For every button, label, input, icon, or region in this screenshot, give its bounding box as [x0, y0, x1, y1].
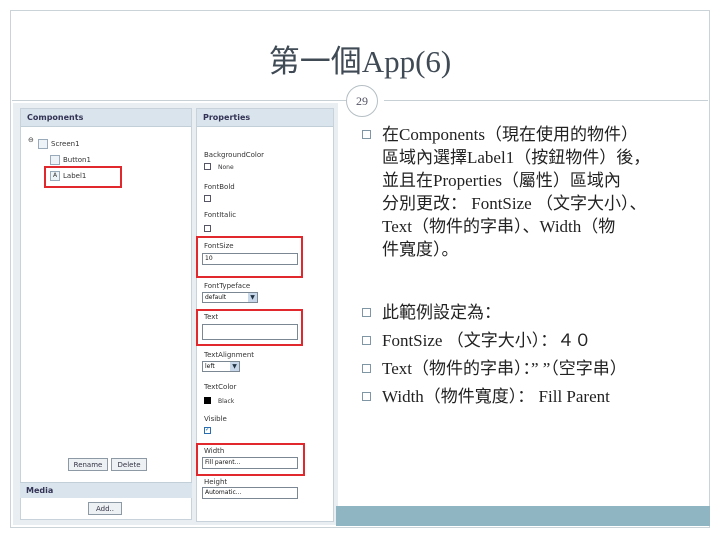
page-number-badge: 29	[346, 85, 378, 117]
tree-item-button1-label: Button1	[63, 156, 91, 164]
tree-item-screen1-label: Screen1	[51, 140, 80, 148]
fontbold-checkbox[interactable]	[204, 195, 211, 202]
components-header: Components	[21, 109, 191, 127]
label1-highlight	[44, 166, 122, 188]
visible-checkbox[interactable]: ✓	[204, 427, 211, 434]
title-divider-right	[384, 100, 708, 101]
tree-item-button1[interactable]: Button1	[50, 155, 91, 165]
fonttypeface-value: default	[205, 294, 227, 301]
chevron-down-icon: ▼	[248, 293, 257, 302]
text-highlight	[196, 309, 303, 346]
fontsize-highlight	[196, 236, 303, 278]
textalignment-value: left	[205, 363, 215, 370]
slide-title: 第一個App(6)	[268, 44, 452, 79]
tree-toggle-icon[interactable]: ⊖	[28, 136, 34, 144]
bullet-marker	[362, 364, 371, 373]
bullet-text: 分別更改： FontSize （文字大小）、	[382, 194, 647, 213]
screen-icon	[38, 139, 48, 149]
bullet-text: Text（物件的字串）、Width（物	[382, 217, 616, 236]
button-icon	[50, 155, 60, 165]
fonttypeface-select[interactable]: default ▼	[202, 292, 258, 303]
bullet-marker	[362, 130, 371, 139]
backgroundcolor-value: None	[218, 164, 234, 171]
bullet-text: 並且在Properties（屬性）區域內	[382, 171, 621, 190]
bullet-text: FontSize （文字大小）：４０	[382, 331, 592, 350]
width-highlight	[196, 443, 305, 476]
fontitalic-checkbox[interactable]	[204, 225, 211, 232]
properties-header: Properties	[197, 109, 333, 127]
bullet-text: Width（物件寬度）： Fill Parent	[382, 387, 610, 406]
textcolor-value: Black	[218, 398, 235, 405]
prop-label-visible: Visible	[204, 415, 227, 423]
prop-label-fonttypeface: FontTypeface	[204, 282, 251, 290]
media-header: Media	[20, 482, 192, 498]
add-media-button[interactable]: Add..	[88, 502, 122, 515]
prop-label-fontitalic: FontItalic	[204, 211, 237, 219]
bullet-marker	[362, 308, 371, 317]
bullet-text: 區域內選擇Label1（按鈕物件）後，	[382, 148, 651, 167]
bullet-text: Text（物件的字串）：” ”（空字串）	[382, 359, 627, 378]
prop-label-textalignment: TextAlignment	[204, 351, 255, 359]
bullet-text: 在Components（現在使用的物件）	[382, 125, 638, 144]
bullet-marker	[362, 336, 371, 345]
bullet-text: 此範例設定為：	[382, 303, 501, 322]
bullet-marker	[362, 392, 371, 401]
chevron-down-icon: ▼	[230, 362, 239, 371]
height-input[interactable]: Automatic...	[202, 487, 298, 499]
delete-button[interactable]: Delete	[111, 458, 147, 471]
tree-item-screen1[interactable]: Screen1	[38, 139, 80, 149]
bullet-text: 件寬度）。	[382, 240, 459, 259]
prop-label-textcolor: TextColor	[204, 383, 237, 391]
rename-button[interactable]: Rename	[68, 458, 108, 471]
footer-accent-bar	[336, 506, 710, 526]
textalignment-select[interactable]: left ▼	[202, 361, 240, 372]
textcolor-swatch[interactable]	[204, 397, 211, 404]
title-divider-left	[12, 100, 352, 101]
prop-label-backgroundcolor: BackgroundColor	[204, 151, 265, 159]
prop-label-height: Height	[204, 478, 228, 486]
backgroundcolor-swatch[interactable]	[204, 163, 211, 170]
prop-label-fontbold: FontBold	[204, 183, 235, 191]
